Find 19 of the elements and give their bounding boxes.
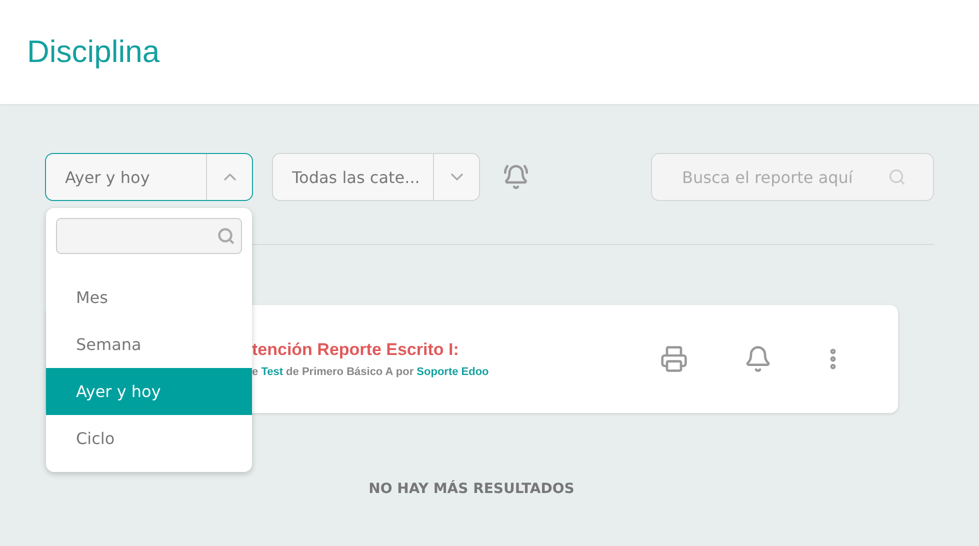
category-select[interactable]: Todas las cate...: [272, 153, 480, 201]
menu-search-field[interactable]: [56, 218, 242, 254]
end-message: NO HAY MÁS RESULTADOS: [368, 481, 576, 497]
meta-link[interactable]: Test: [261, 366, 283, 378]
period-select[interactable]: Ayer y hoy: [45, 153, 253, 201]
menu-option[interactable]: Ciclo: [46, 415, 252, 462]
menu-option[interactable]: Ayer y hoy: [46, 368, 252, 415]
page-title: Disciplina: [27, 34, 160, 70]
bell-alert-icon[interactable]: [503, 164, 529, 190]
meta-link[interactable]: Soporte Edoo: [416, 366, 489, 378]
report-meta: e Test de Primero Básico A por Soporte Edoo: [252, 366, 490, 378]
search-icon: [217, 227, 235, 245]
menu-option[interactable]: Semana: [46, 321, 252, 368]
printer-icon[interactable]: [660, 345, 688, 373]
report-title: tención Reporte Escrito I:: [252, 340, 460, 360]
search-field[interactable]: Busca el reporte aquí: [651, 153, 934, 201]
bell-icon[interactable]: [744, 345, 772, 373]
menu-option[interactable]: Mes: [46, 274, 252, 321]
search-icon: [888, 168, 906, 186]
